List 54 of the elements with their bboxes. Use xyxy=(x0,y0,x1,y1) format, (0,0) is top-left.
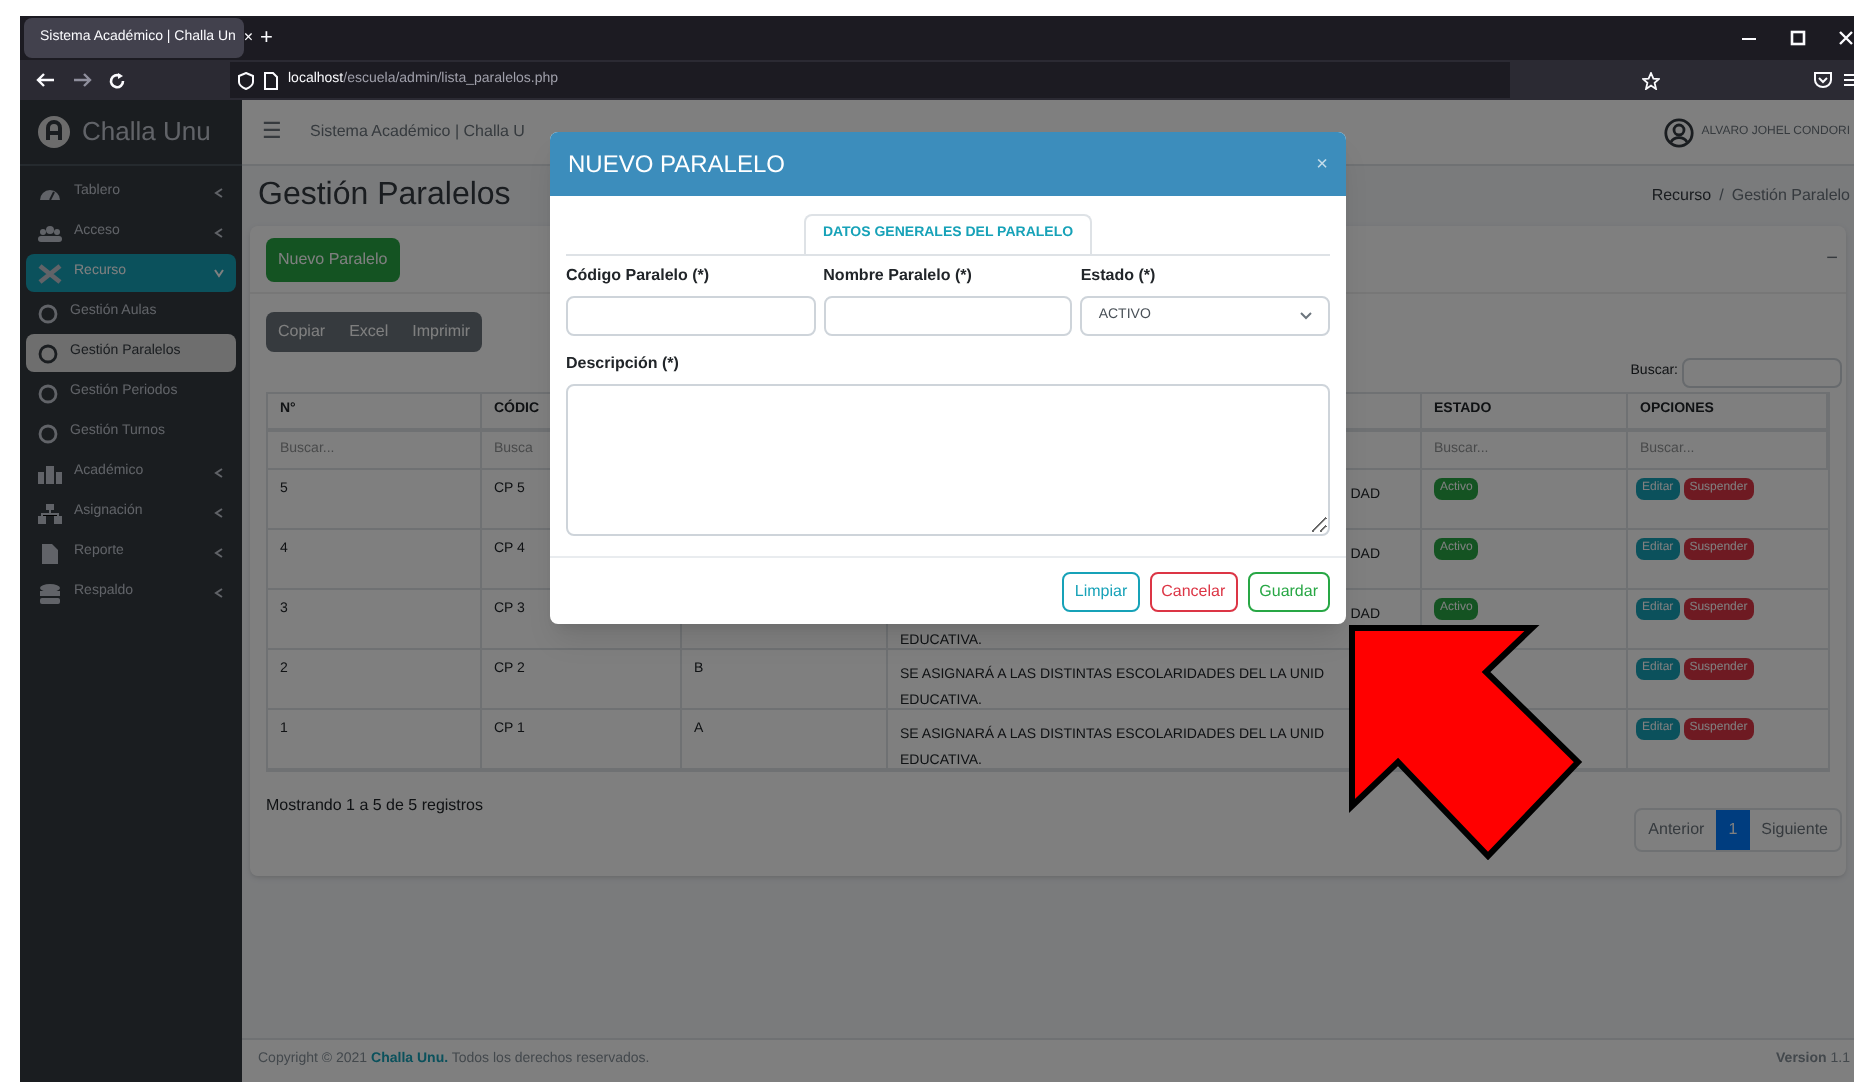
circle-icon xyxy=(38,343,58,363)
input-field[interactable] xyxy=(566,296,816,336)
shield-icon xyxy=(238,71,254,89)
users-icon xyxy=(38,223,62,243)
hierarchy-icon xyxy=(38,503,62,523)
close-icon[interactable] xyxy=(1838,30,1854,46)
pagination-button[interactable]: Anterior xyxy=(1636,810,1717,850)
star-icon[interactable] xyxy=(1642,71,1660,89)
field-label: Estado (*) xyxy=(1080,264,1158,288)
collapse-button[interactable]: − xyxy=(1826,244,1838,274)
circle-icon xyxy=(38,303,58,323)
breadcrumb-item[interactable]: Recurso xyxy=(1651,184,1712,208)
back-icon[interactable] xyxy=(36,72,56,88)
breadcrumb-separator: / xyxy=(1719,184,1724,208)
pagination-button[interactable]: 1 xyxy=(1716,810,1750,850)
table-info: Mostrando 1 a 5 de 5 registros xyxy=(266,794,484,818)
reload-icon[interactable] xyxy=(108,71,126,89)
modal-button[interactable]: Limpiar xyxy=(1062,571,1140,611)
close-icon[interactable]: × xyxy=(243,26,254,50)
restore-icon[interactable] xyxy=(1790,30,1806,46)
pagination-button[interactable]: Siguiente xyxy=(1749,810,1840,850)
export-button[interactable]: Excel xyxy=(337,312,401,352)
description-field[interactable] xyxy=(566,384,1330,536)
brand-name: Challa Unu xyxy=(82,114,211,151)
modal-button[interactable]: Cancelar xyxy=(1149,571,1238,611)
chevron-down-icon xyxy=(1299,312,1312,320)
forward-icon[interactable] xyxy=(72,72,92,88)
input-field[interactable] xyxy=(823,296,1073,336)
database-icon xyxy=(38,583,62,603)
modal-button[interactable]: Guardar xyxy=(1247,571,1330,611)
close-button[interactable]: × xyxy=(1316,149,1328,179)
menu-icon[interactable]: ☰ xyxy=(262,115,282,149)
building-icon xyxy=(38,463,62,483)
field-label: Nombre Paralelo (*) xyxy=(823,264,974,288)
circle-icon xyxy=(38,383,58,403)
field-label: Descripción (*) xyxy=(566,352,681,376)
search-field[interactable] xyxy=(1682,358,1842,388)
circle-icon xyxy=(38,423,58,443)
user-icon xyxy=(1663,117,1694,147)
modal-title: NUEVO PARALELO xyxy=(568,148,785,182)
export-button[interactable]: Copiar xyxy=(266,312,338,352)
menu-icon[interactable] xyxy=(1844,72,1854,88)
document-icon xyxy=(38,543,62,563)
new-tab-button[interactable]: + xyxy=(260,21,273,55)
export-button[interactable]: Imprimir xyxy=(400,312,483,352)
page-icon xyxy=(264,71,278,89)
pocket-icon[interactable] xyxy=(1814,72,1832,88)
field-label: Código Paralelo (*) xyxy=(566,264,712,288)
new-button[interactable]: Nuevo Paralelo xyxy=(266,237,400,281)
page-title: Gestión Paralelos xyxy=(258,176,511,216)
tools-icon xyxy=(38,263,62,283)
app-title: Sistema Académico | Challa U xyxy=(310,120,525,144)
logo-icon xyxy=(38,116,70,148)
breadcrumb-item: Gestión Paralelo xyxy=(1731,184,1850,208)
